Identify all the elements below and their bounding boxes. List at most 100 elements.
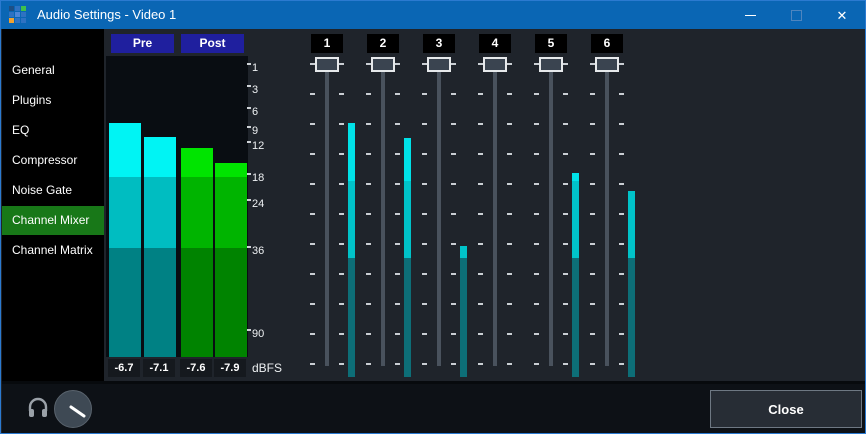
fader-tick bbox=[395, 63, 400, 65]
fader-tick bbox=[478, 93, 483, 95]
channel-header-4: 4 bbox=[479, 34, 511, 53]
channel-header-2: 2 bbox=[367, 34, 399, 53]
sidebar-item-plugins[interactable]: Plugins bbox=[2, 86, 104, 115]
fader-tick bbox=[478, 303, 483, 305]
channel-level-meter-3 bbox=[460, 258, 467, 377]
fader-tick bbox=[619, 273, 624, 275]
db-scale-mark: 9 bbox=[247, 125, 258, 137]
fader-tick bbox=[590, 153, 595, 155]
sidebar-item-eq[interactable]: EQ bbox=[2, 116, 104, 145]
fader-track-2[interactable] bbox=[381, 58, 385, 366]
fader-tick bbox=[507, 93, 512, 95]
sidebar-item-noise-gate[interactable]: Noise Gate bbox=[2, 176, 104, 205]
meter-segment bbox=[144, 177, 176, 248]
fader-tick bbox=[563, 243, 568, 245]
fader-tick bbox=[366, 213, 371, 215]
fader-tick bbox=[507, 303, 512, 305]
fader-tick bbox=[619, 303, 624, 305]
minimize-icon bbox=[745, 15, 756, 16]
channel-level-meter-6 bbox=[628, 191, 635, 258]
scale-tick bbox=[247, 246, 251, 248]
post-level-readout: -7.6 bbox=[180, 359, 212, 377]
app-icon bbox=[9, 6, 27, 24]
fader-tick bbox=[339, 363, 344, 365]
pre-level-readout: -7.1 bbox=[143, 359, 175, 377]
fader-tick bbox=[395, 213, 400, 215]
scale-tick bbox=[247, 329, 251, 331]
fader-tick bbox=[451, 243, 456, 245]
fader-tick bbox=[310, 303, 315, 305]
fader-tick bbox=[339, 333, 344, 335]
fader-tick bbox=[534, 123, 539, 125]
close-button[interactable]: Close bbox=[710, 390, 862, 428]
meter-segment bbox=[215, 248, 247, 357]
channel-level-meter-5 bbox=[572, 181, 579, 258]
fader-handle-4[interactable] bbox=[483, 57, 507, 72]
fader-tick bbox=[339, 213, 344, 215]
channel-level-meter-2 bbox=[404, 138, 411, 181]
fader-tick bbox=[366, 153, 371, 155]
fader-tick bbox=[451, 123, 456, 125]
fader-tick bbox=[478, 333, 483, 335]
channel-level-meter-3 bbox=[460, 246, 467, 258]
maximize-button[interactable] bbox=[773, 1, 819, 29]
fader-tick bbox=[422, 303, 427, 305]
scale-tick bbox=[247, 126, 251, 128]
channel-level-meter-2 bbox=[404, 181, 411, 258]
fader-tick bbox=[310, 153, 315, 155]
fader-tick bbox=[590, 243, 595, 245]
fader-tick bbox=[507, 183, 512, 185]
fader-handle-5[interactable] bbox=[539, 57, 563, 72]
fader-track-4[interactable] bbox=[493, 58, 497, 366]
fader-tick bbox=[451, 213, 456, 215]
fader-track-3[interactable] bbox=[437, 58, 441, 366]
fader-tick bbox=[451, 333, 456, 335]
channel-level-meter-2 bbox=[404, 258, 411, 377]
audio-settings-window: Audio Settings - Video 1 ✕ GeneralPlugin… bbox=[0, 0, 866, 434]
sidebar-item-general[interactable]: General bbox=[2, 56, 104, 85]
fader-handle-6[interactable] bbox=[595, 57, 619, 72]
fader-tick bbox=[339, 63, 344, 65]
sidebar: GeneralPluginsEQCompressorNoise GateChan… bbox=[2, 29, 104, 383]
fader-track-5[interactable] bbox=[549, 58, 553, 366]
headphone-volume-knob[interactable] bbox=[54, 390, 92, 428]
sidebar-item-channel-matrix[interactable]: Channel Matrix bbox=[2, 236, 104, 265]
fader-tick bbox=[339, 303, 344, 305]
fader-tick bbox=[366, 363, 371, 365]
fader-handle-1[interactable] bbox=[315, 57, 339, 72]
meter-segment bbox=[144, 137, 176, 177]
fader-tick bbox=[590, 363, 595, 365]
meter-segment bbox=[181, 248, 213, 357]
fader-tick bbox=[619, 123, 624, 125]
fader-tick bbox=[590, 303, 595, 305]
fader-track-1[interactable] bbox=[325, 58, 329, 366]
fader-tick bbox=[534, 303, 539, 305]
pre-level-meter bbox=[109, 1, 141, 357]
fader-tick bbox=[534, 93, 539, 95]
meter-segment bbox=[215, 163, 247, 177]
fader-track-6[interactable] bbox=[605, 58, 609, 366]
sidebar-item-channel-mixer[interactable]: Channel Mixer bbox=[2, 206, 104, 235]
fader-tick bbox=[451, 93, 456, 95]
fader-tick bbox=[422, 213, 427, 215]
fader-handle-3[interactable] bbox=[427, 57, 451, 72]
close-window-button[interactable]: ✕ bbox=[819, 1, 865, 29]
headphones-icon[interactable] bbox=[26, 396, 50, 420]
fader-tick bbox=[451, 273, 456, 275]
fader-tick bbox=[590, 183, 595, 185]
fader-handle-2[interactable] bbox=[371, 57, 395, 72]
close-icon: ✕ bbox=[837, 9, 848, 22]
post-level-readout: -7.9 bbox=[214, 359, 246, 377]
minimize-button[interactable] bbox=[727, 1, 773, 29]
db-scale-mark: 36 bbox=[247, 245, 264, 257]
channel-level-meter-1 bbox=[348, 258, 355, 377]
fader-tick bbox=[310, 363, 315, 365]
channel-header-1: 1 bbox=[311, 34, 343, 53]
db-scale-mark: 3 bbox=[247, 84, 258, 96]
channel-level-meter-1 bbox=[348, 123, 355, 181]
sidebar-item-compressor[interactable]: Compressor bbox=[2, 146, 104, 175]
fader-tick bbox=[395, 243, 400, 245]
fader-tick bbox=[395, 273, 400, 275]
dbfs-unit-label: dBFS bbox=[252, 359, 282, 377]
pre-level-meter bbox=[144, 1, 176, 357]
